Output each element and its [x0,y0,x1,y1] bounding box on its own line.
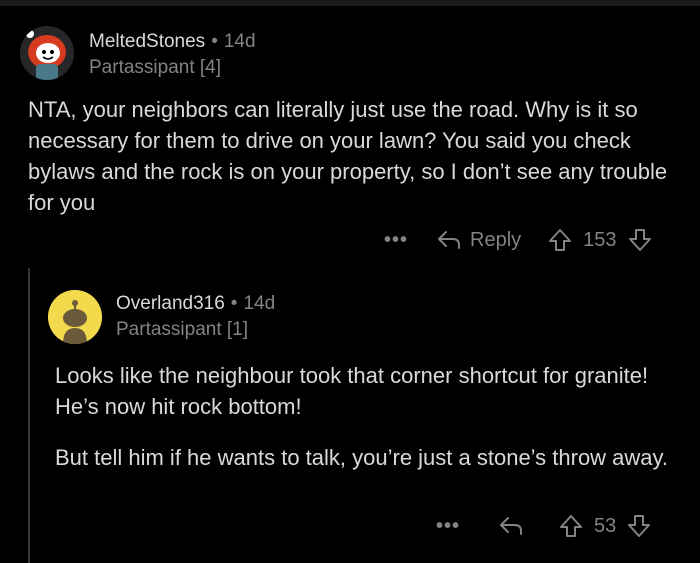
comment-body: NTA, your neighbors can literally just u… [28,94,688,218]
reply-arrow-icon [438,231,461,249]
user-flair: Partassipant [4] [89,57,222,78]
comment-paragraph: NTA, your neighbors can literally just u… [28,97,668,215]
user-flair: Partassipant [1] [116,319,249,340]
downvote-button[interactable] [626,513,652,539]
reply-button[interactable]: Reply [436,229,521,252]
upvote-button[interactable] [558,513,584,539]
comment-body: Looks like the neighbour took that corne… [55,360,685,473]
reply-label: Reply [470,228,522,251]
avatar[interactable] [48,290,102,344]
reply-button[interactable] [498,515,524,537]
upvote-button[interactable] [547,227,573,253]
separator-dot: • [230,293,238,314]
username[interactable]: MeltedStones [89,31,205,52]
reply-arrow-icon [500,517,523,535]
snoo-avatar-default-icon [48,290,102,344]
avatar[interactable] [20,26,74,80]
snoo-avatar-red-hair-icon [20,26,74,80]
comment-paragraph: Looks like the neighbour took that corne… [55,363,649,419]
more-options-button[interactable]: ••• [384,229,408,252]
top-bar [0,0,700,6]
comment-age: 14d [223,31,256,52]
comment-author-line: MeltedStones • 14d [89,31,256,53]
more-options-button[interactable]: ••• [436,515,460,538]
downvote-arrow-icon [628,515,651,537]
downvote-button[interactable] [627,227,653,253]
upvote-arrow-icon [560,515,583,537]
vote-score: 53 [594,514,617,537]
comment-actions: ••• 53 [436,511,652,541]
thread-line[interactable] [28,268,30,563]
vote-score: 153 [583,228,617,251]
separator-dot: • [211,31,218,52]
comment-actions: ••• Reply 153 [384,225,653,255]
upvote-arrow-icon [549,229,572,251]
comment-author-line: Overland316 • 14d [116,293,275,315]
comment-paragraph: But tell him if he wants to talk, you’re… [55,445,669,470]
downvote-arrow-icon [628,229,651,251]
username[interactable]: Overland316 [116,293,225,314]
comment-age: 14d [243,293,276,314]
